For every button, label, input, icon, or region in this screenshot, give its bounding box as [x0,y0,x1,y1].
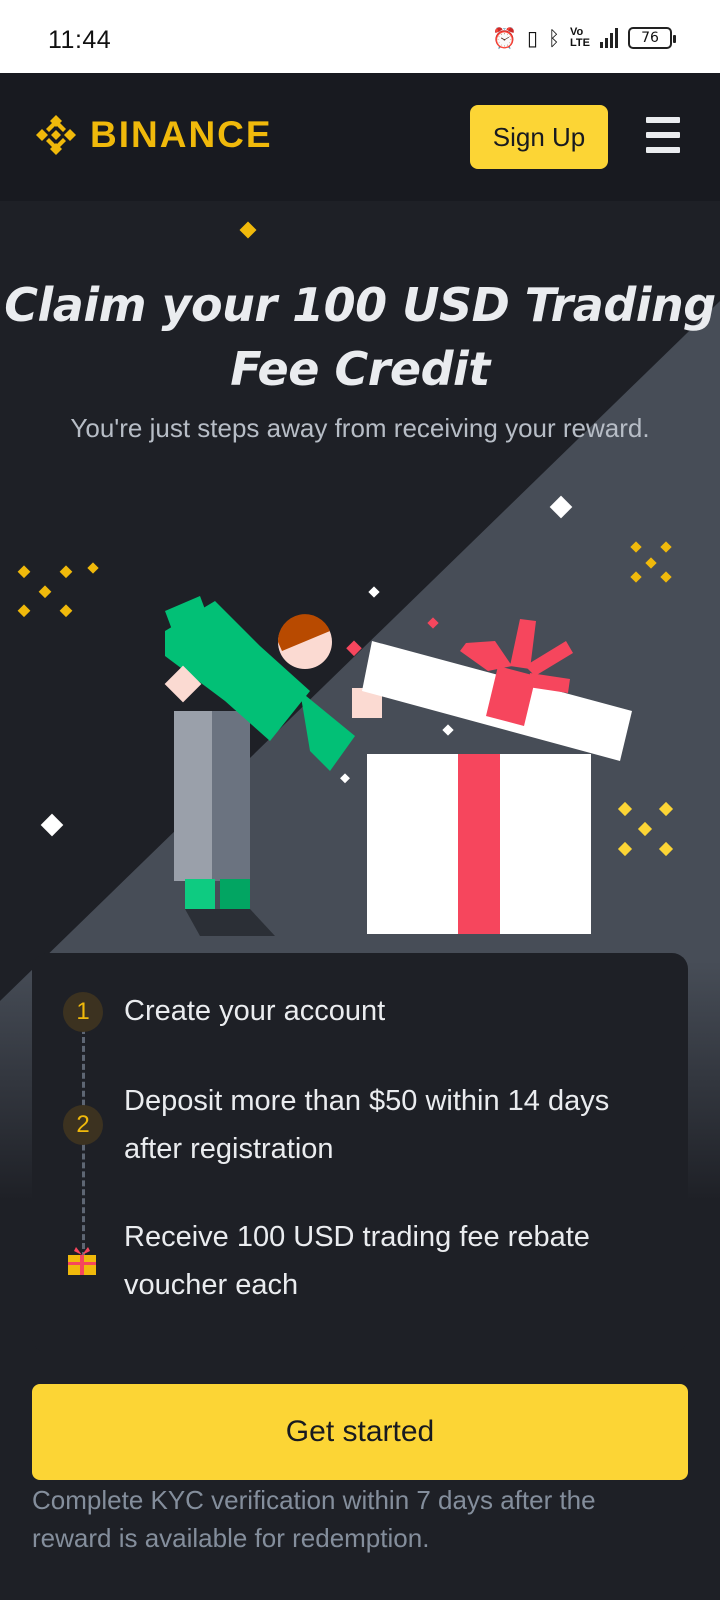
volte-icon: Vo LTE [570,26,590,49]
brand-name: BINANCE [90,114,273,155]
binance-logo-icon [36,115,76,155]
status-bar: 11:44 ⏰ ▯ ᛒ Vo LTE 76 [0,0,720,73]
step-3-text: Receive 100 USD trading fee rebate vouch… [124,1221,590,1301]
step-2-number: 2 [63,1105,103,1145]
status-icons: ⏰ ▯ ᛒ Vo LTE 76 [492,26,676,50]
get-started-button[interactable]: Get started [32,1384,688,1480]
battery-level: 76 [641,30,659,46]
hamburger-menu-icon[interactable] [646,117,680,153]
vibrate-icon: ▯ [527,26,539,50]
step-1-number: 1 [63,992,103,1032]
battery-icon: 76 [628,27,676,49]
signal-icon [600,28,618,48]
gift-illustration [17,221,674,936]
sign-up-button[interactable]: Sign Up [470,105,608,169]
alarm-icon: ⏰ [492,26,518,50]
steps-card: 1 Create your account 2 Deposit more tha… [32,953,688,1353]
gift-icon [68,1247,96,1275]
kyc-note: Complete KYC verification within 7 days … [32,1485,596,1553]
bluetooth-icon: ᛒ [548,26,561,50]
status-time: 11:44 [48,26,112,54]
binance-logo[interactable]: BINANCE [32,111,273,159]
hero-section: Claim your 100 USD Trading Fee Credit Yo… [0,201,720,1600]
header: BINANCE Sign Up [0,73,720,201]
step-2-text: Deposit more than $50 within 14 days aft… [124,1085,610,1165]
step-1-text: Create your account [124,995,386,1027]
